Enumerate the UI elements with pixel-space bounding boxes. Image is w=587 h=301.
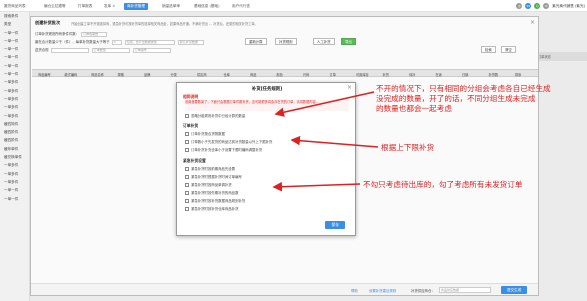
arrow-line xyxy=(290,135,379,148)
arrow-line xyxy=(272,181,361,192)
arrow-line xyxy=(274,91,375,117)
annotation-arrows xyxy=(272,91,379,192)
